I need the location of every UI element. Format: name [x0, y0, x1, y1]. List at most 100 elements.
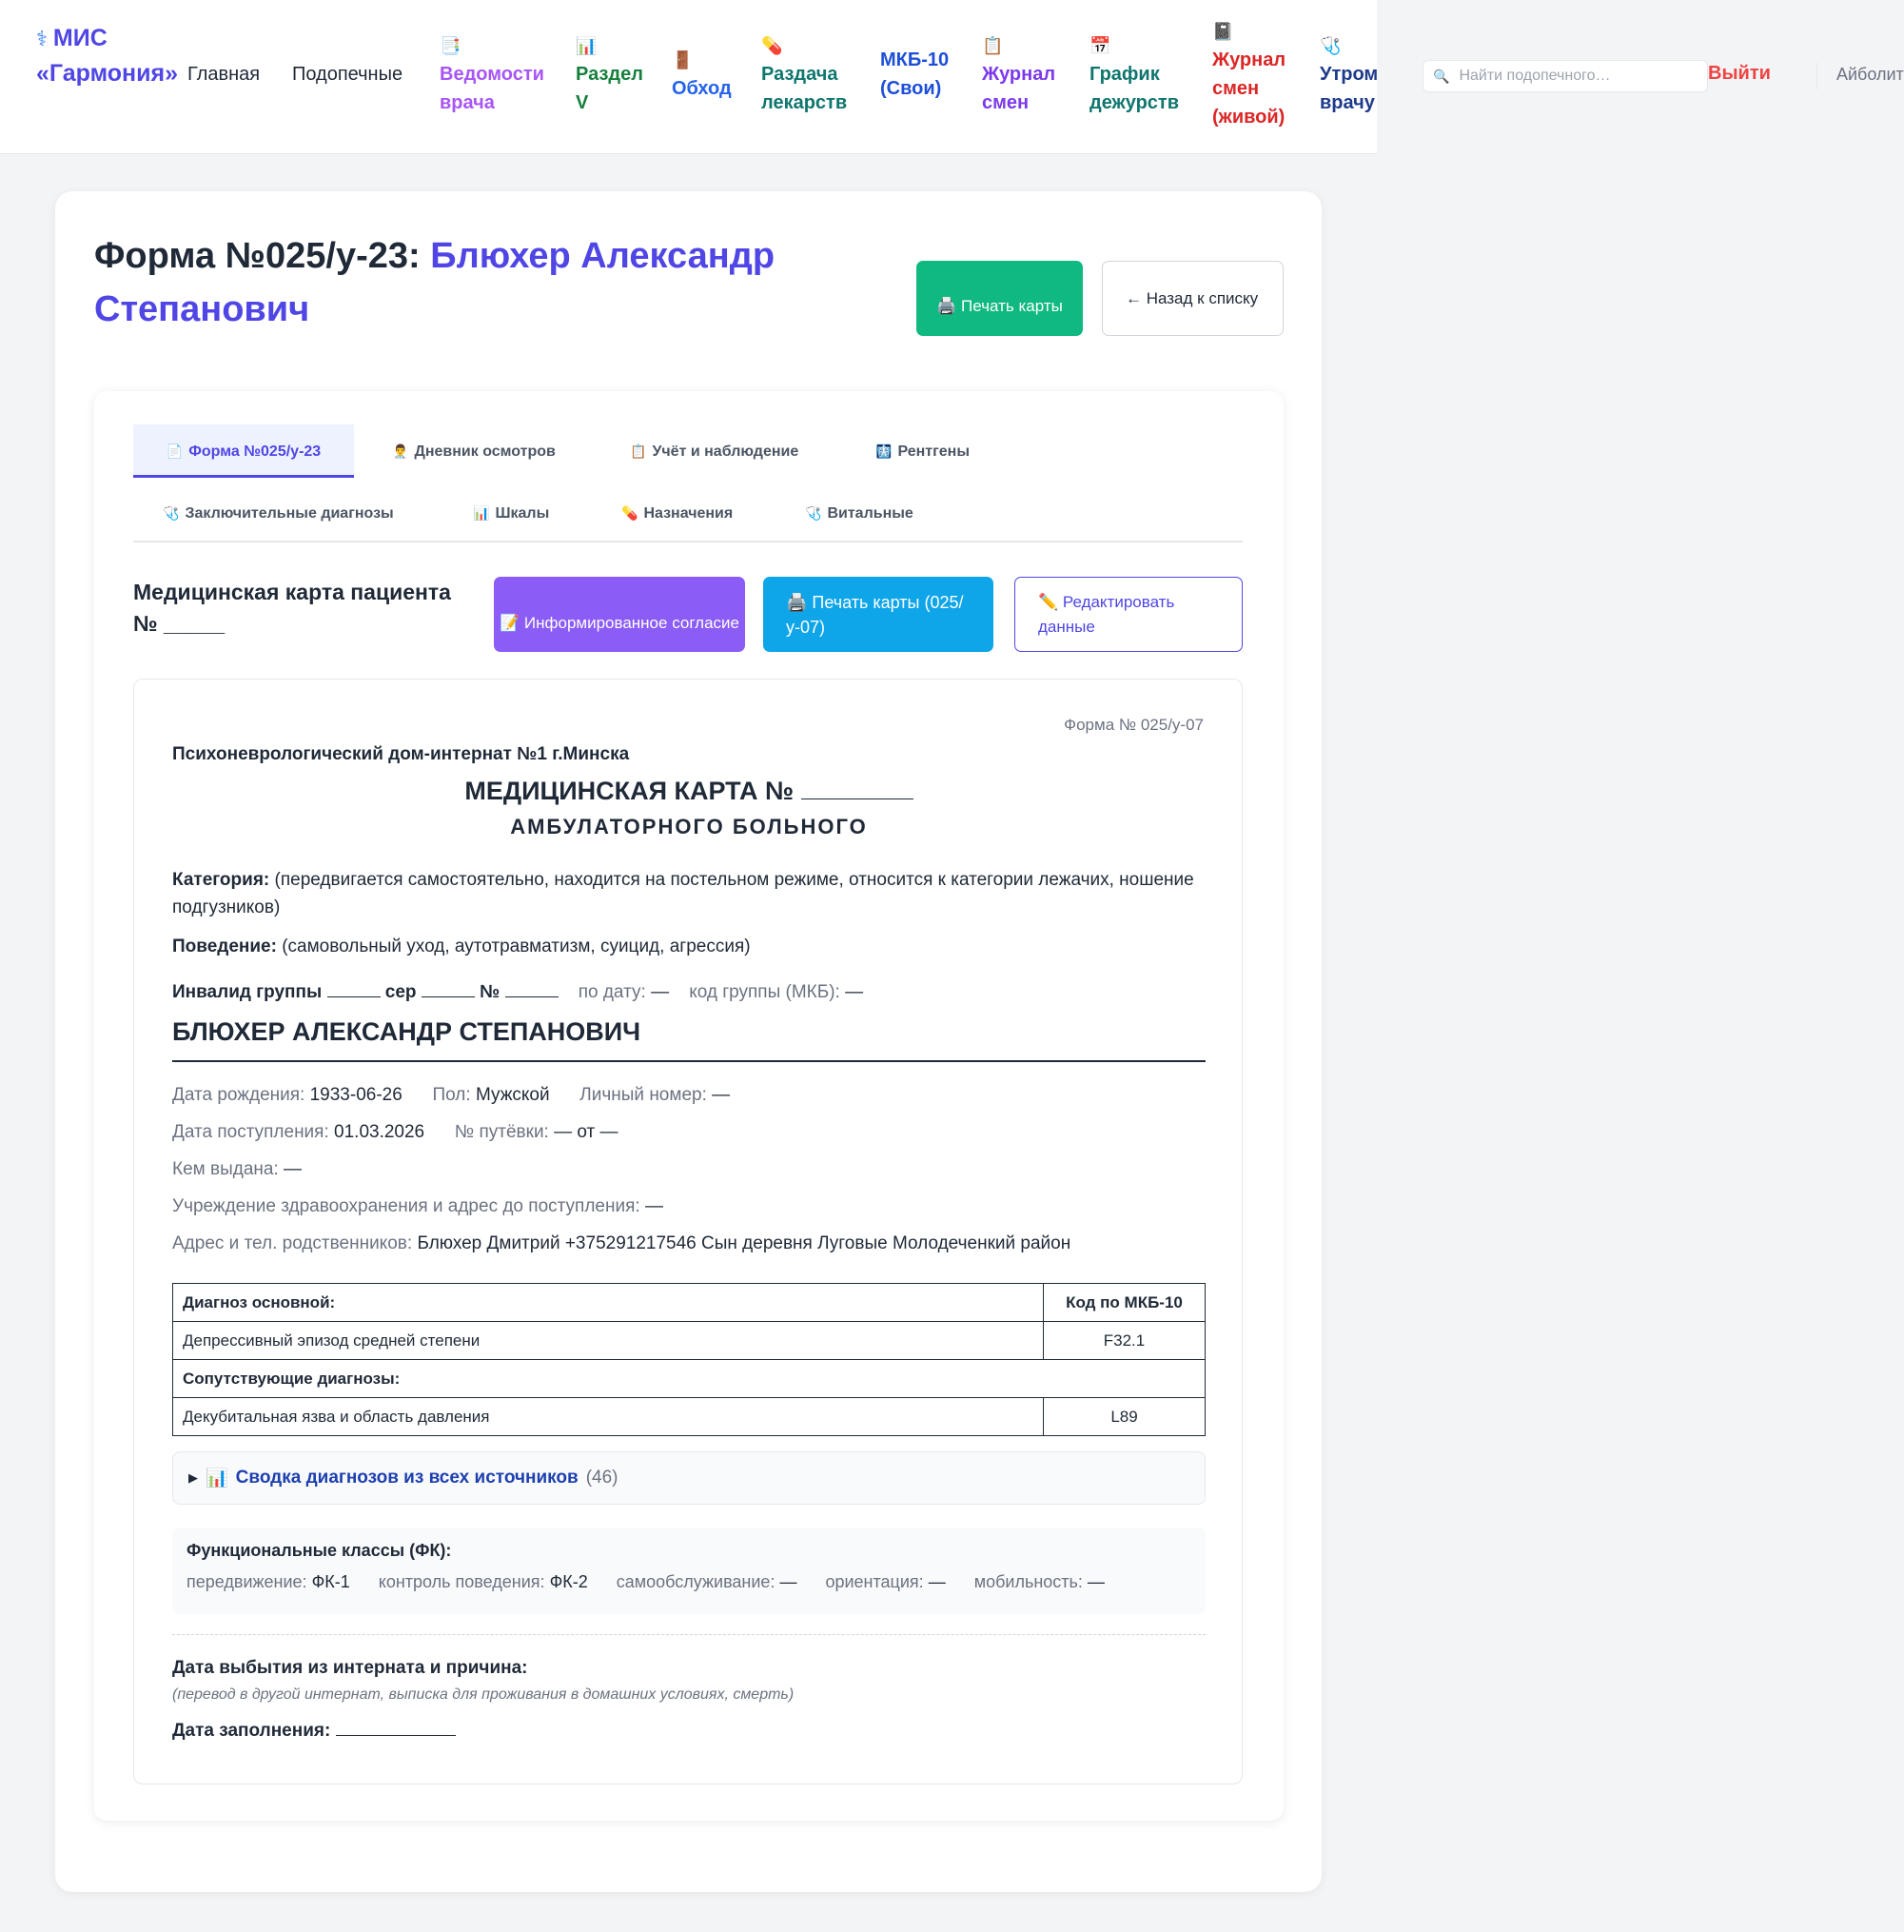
nav-wards[interactable]: Подопечные: [292, 60, 402, 89]
fk-label: самообслуживание:: [616, 1572, 775, 1591]
category-line: Категория: (передвигается самостоятельно…: [172, 866, 1206, 921]
bar-chart-icon: 📊: [206, 1469, 228, 1488]
sex-value: Мужской: [475, 1085, 550, 1105]
tab-vitals-label: Витальные: [827, 505, 913, 522]
table-header-cell: Код по МКБ-10: [1043, 1283, 1206, 1322]
nav-doctor-statements[interactable]: 📑 Ведомости врача: [440, 31, 554, 117]
print-card-button[interactable]: 🖨️ Печать карты: [916, 261, 1083, 336]
patient-full-name: БЛЮХЕР АЛЕКСАНДР СТЕПАНОВИЧ: [172, 1017, 1206, 1062]
nav-home-label: Главная: [187, 64, 261, 85]
page-title-prefix: Форма №025/у-23:: [94, 236, 431, 276]
table-cell: Декубитальная язва и область давления: [172, 1397, 1044, 1436]
tab-scales[interactable]: 📊 Шкалы: [473, 486, 549, 540]
disability-line: Инвалид группы сер № по дату: — код груп…: [172, 978, 1206, 1006]
functional-classes-title: Функциональные классы (ФК):: [186, 1541, 452, 1560]
ward-search-input[interactable]: [1457, 67, 1686, 86]
diagnosis-table: Диагноз основной: Код по МКБ-10 Депресси…: [172, 1283, 1206, 1436]
tab-scales-label: Шкалы: [495, 505, 550, 522]
stethoscope-icon: 🩺: [1320, 36, 1342, 55]
card-heading: МЕДИЦИНСКАЯ КАРТА №: [172, 777, 1206, 806]
fill-date-label: Дата заполнения:: [172, 1721, 331, 1741]
tab-exam-diary[interactable]: 👨‍⚕️ Дневник осмотров: [392, 424, 556, 478]
nav-medication-dispensing[interactable]: 💊 Раздача лекарств: [761, 31, 856, 117]
nav-icd10[interactable]: МКБ-10 (Свои): [880, 46, 966, 103]
nav-shift-log[interactable]: 📋 Журнал смен: [982, 31, 1068, 117]
fk-value: —: [928, 1572, 946, 1591]
document-icon: 📄: [166, 444, 184, 459]
card-number-blank: [800, 782, 913, 799]
clipboard-icon: 📋: [982, 36, 1004, 55]
tab-final-diagnoses[interactable]: 🩺 Заключительные диагнозы: [163, 486, 394, 540]
blank-field: [326, 980, 381, 997]
nav-live-shift-log-label: Журнал смен (живой): [1212, 49, 1286, 128]
fk-label: ориентация:: [825, 1572, 924, 1591]
blank-field: [421, 980, 475, 997]
tab-form-025[interactable]: 📄 Форма №025/у-23: [133, 424, 354, 478]
doctor-icon: 👨‍⚕️: [392, 444, 409, 459]
category-text: (передвигается самостоятельно, находится…: [172, 870, 1194, 917]
print-025-button[interactable]: 🖨️ Печать карты (025/у-07): [763, 577, 993, 652]
nav-rounds[interactable]: 🚪 Обход: [672, 46, 738, 103]
search-icon: 🔍: [1433, 68, 1450, 84]
user-name[interactable]: Айболит: [1836, 65, 1904, 85]
app-logo[interactable]: ⚕ МИС «Гармония»: [36, 21, 193, 91]
tab-accounting-observation-label: Учёт и наблюдение: [652, 444, 799, 460]
table-row: Диагноз основной: Код по МКБ-10: [172, 1283, 1206, 1322]
clipboard-icon: 📋: [630, 444, 647, 459]
dashed-divider: [172, 1634, 1206, 1635]
fk-value: ФК-2: [549, 1572, 588, 1591]
nav-section-v[interactable]: 📊 Раздел V: [576, 31, 652, 117]
form-number: Форма № 025/у-07: [1064, 716, 1204, 734]
relatives-line: Адрес и тел. родственников: Блюхер Дмитр…: [172, 1230, 1206, 1257]
behavior-line: Поведение: (самовольный уход, аутотравма…: [172, 933, 1206, 960]
by-date-label: по дату:: [578, 982, 646, 1002]
fk-item: передвижение: ФК-1: [186, 1572, 350, 1592]
brand-name: МИС «Гармония»: [36, 25, 178, 87]
logout-button[interactable]: Выйти: [1708, 63, 1771, 85]
diagnosis-summary-toggle[interactable]: ▶ 📊 Сводка диагнозов из всех источников …: [172, 1451, 1206, 1505]
fk-item: самообслуживание: —: [617, 1572, 797, 1592]
issued-by-label: Кем выдана:: [172, 1159, 279, 1179]
fill-date-line: Дата заполнения:: [172, 1719, 456, 1742]
calendar-icon: 📅: [1089, 36, 1111, 55]
nav-rounds-label: Обход: [672, 78, 732, 99]
nav-live-shift-log[interactable]: 📓 Журнал смен (живой): [1212, 17, 1303, 131]
main-card: Форма №025/у-23: Блюхер Александр Степан…: [55, 191, 1322, 1892]
section-title: Медицинская карта пациента № _____: [133, 580, 451, 636]
document-icon: 📑: [440, 36, 461, 55]
relatives-label: Адрес и тел. родственников:: [172, 1233, 413, 1253]
card-subheading: АМБУЛАТОРНОГО БОЛЬНОГО: [510, 815, 868, 838]
tab-prescriptions[interactable]: 💊 Назначения: [621, 486, 733, 540]
tab-xrays[interactable]: 🩻 Рентгены: [875, 424, 970, 478]
summary-label: Сводка диагнозов из всех источников: [235, 1468, 579, 1488]
fk-value: —: [779, 1572, 797, 1591]
caduceus-icon: ⚕: [36, 27, 48, 50]
blank-field: [504, 980, 559, 997]
functional-classes: Функциональные классы (ФК): передвижение…: [172, 1528, 1206, 1614]
back-to-list-button[interactable]: ← Назад к списку: [1102, 261, 1284, 336]
nav-section-v-label: Раздел V: [576, 64, 643, 113]
fk-item: контроль поведения: ФК-2: [379, 1572, 588, 1592]
nav-doctor-statements-label: Ведомости врача: [440, 64, 544, 113]
tab-vitals[interactable]: 🩺 Витальные: [805, 486, 913, 540]
nav-duty-schedule[interactable]: 📅 График дежурств: [1089, 31, 1194, 117]
pill-icon: 💊: [621, 505, 638, 521]
fk-label: передвижение:: [186, 1572, 307, 1591]
door-icon: 🚪: [672, 50, 694, 69]
nav-home[interactable]: Главная: [187, 60, 260, 89]
issued-by-value: —: [284, 1159, 302, 1179]
tab-accounting-observation[interactable]: 📋 Учёт и наблюдение: [630, 424, 798, 478]
nav-morning-to-doctor[interactable]: 🩺 Утром врачу: [1320, 31, 1396, 117]
xray-icon: 🩻: [875, 444, 893, 459]
tab-final-diagnoses-label: Заключительные диагнозы: [185, 505, 394, 522]
pill-icon: 💊: [761, 36, 783, 55]
fk-item: мобильность: —: [974, 1572, 1105, 1592]
table-row: Депрессивный эпизод средней степени F32.…: [172, 1321, 1206, 1360]
admission-value: 01.03.2026: [334, 1122, 425, 1142]
informed-consent-button[interactable]: 📝 Информированное согласие: [494, 577, 745, 652]
nav-duty-schedule-label: График дежурств: [1089, 64, 1180, 113]
tabs-divider: [133, 541, 1243, 542]
nav-icd10-label: МКБ-10 (Свои): [880, 49, 950, 99]
edit-data-button[interactable]: ✏️ Редактировать данные: [1014, 577, 1243, 652]
ward-search[interactable]: 🔍: [1423, 60, 1708, 92]
